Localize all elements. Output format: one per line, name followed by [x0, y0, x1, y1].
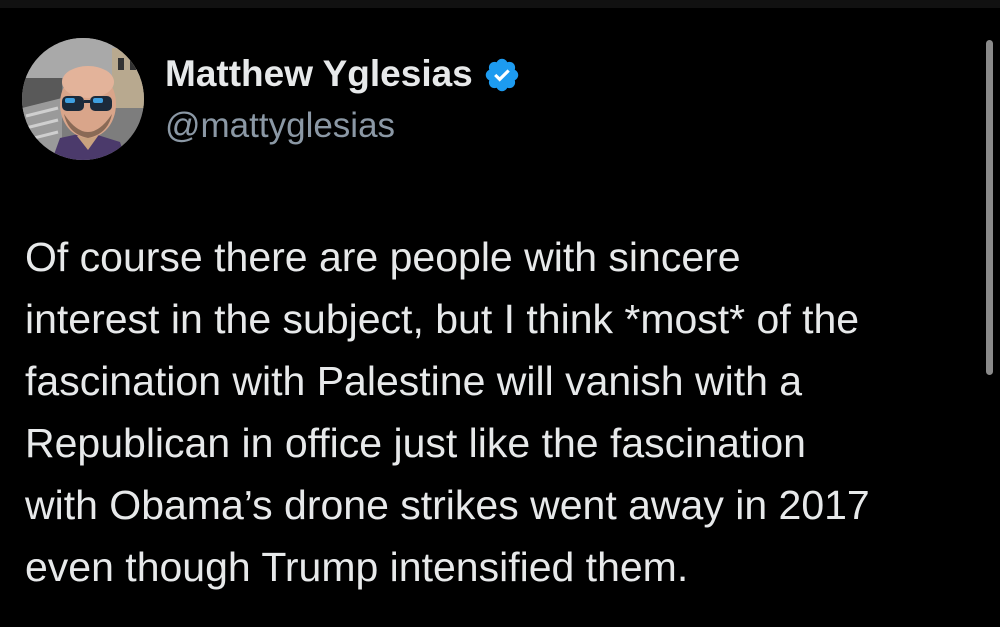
tweet-text-line: fascination with Palestine will vanish w… — [25, 358, 803, 404]
scrollbar-thumb[interactable] — [986, 40, 993, 375]
author-name-row[interactable]: Matthew Yglesias — [165, 52, 521, 96]
tweet-card[interactable]: Matthew Yglesias @mattyglesias Of course… — [0, 0, 1000, 627]
avatar[interactable] — [22, 38, 144, 160]
tweet-text-line: Republican in office just like the fasci… — [25, 420, 806, 466]
tweet-text-line: even though Trump intensified them. — [25, 544, 689, 590]
verified-badge-icon — [483, 56, 521, 94]
author-handle[interactable]: @mattyglesias — [165, 104, 395, 148]
profile-photo-icon — [22, 38, 144, 160]
tweet-text-line: Of course there are people with sincere — [25, 234, 741, 280]
author-display-name[interactable]: Matthew Yglesias — [165, 52, 473, 96]
tweet-text-line: with Obama’s drone strikes went away in … — [25, 482, 870, 528]
tweet-body-text: Of course there are people with sincere … — [25, 226, 980, 598]
tweet-text-line: interest in the subject, but I think *mo… — [25, 296, 860, 342]
